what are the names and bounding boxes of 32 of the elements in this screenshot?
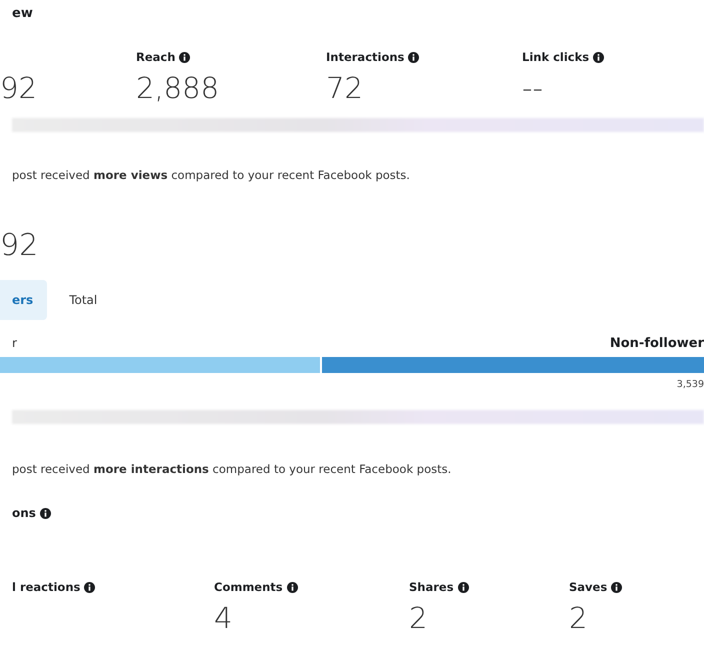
- tab[interactable]: Total: [57, 280, 112, 320]
- info-icon[interactable]: [611, 582, 622, 592]
- metric-label: l reactions: [12, 580, 80, 594]
- tab[interactable]: ers: [0, 280, 48, 320]
- info-icon[interactable]: [408, 52, 420, 62]
- bar-label: Non-follower: [610, 336, 704, 351]
- metric-value: 72: [326, 71, 363, 105]
- info-icon[interactable]: [458, 582, 469, 592]
- metric-value: 2,888: [136, 71, 220, 105]
- metric-value: 4: [214, 601, 232, 635]
- metric-label: Link clicks: [522, 50, 590, 64]
- summary-text: post received more views compared to your recent Facebook posts.: [12, 168, 410, 182]
- bar-value: 3,539: [676, 379, 704, 390]
- metric-value: 2: [569, 601, 588, 635]
- metric-label: Shares: [409, 580, 454, 594]
- info-icon[interactable]: [84, 582, 96, 592]
- metric-label: Comments: [214, 580, 283, 594]
- info-icon[interactable]: [179, 52, 190, 62]
- metric-label: Reach: [136, 50, 176, 64]
- info-icon[interactable]: [286, 582, 298, 592]
- section-title: ew: [11, 5, 34, 23]
- metric-label: Saves: [569, 580, 608, 594]
- metric-value: 92: [0, 71, 37, 105]
- total-value: 92: [0, 228, 38, 263]
- metric-value: --: [522, 71, 543, 105]
- metric-label: Interactions: [326, 50, 404, 64]
- metric-value: 2: [409, 601, 428, 635]
- info-icon[interactable]: [40, 508, 51, 518]
- info-icon[interactable]: [593, 52, 604, 62]
- bar-label: r: [12, 336, 17, 351]
- summary-text: post received more interactions compared to your recent Facebook posts.: [12, 462, 452, 476]
- section-title: ons: [12, 506, 36, 520]
